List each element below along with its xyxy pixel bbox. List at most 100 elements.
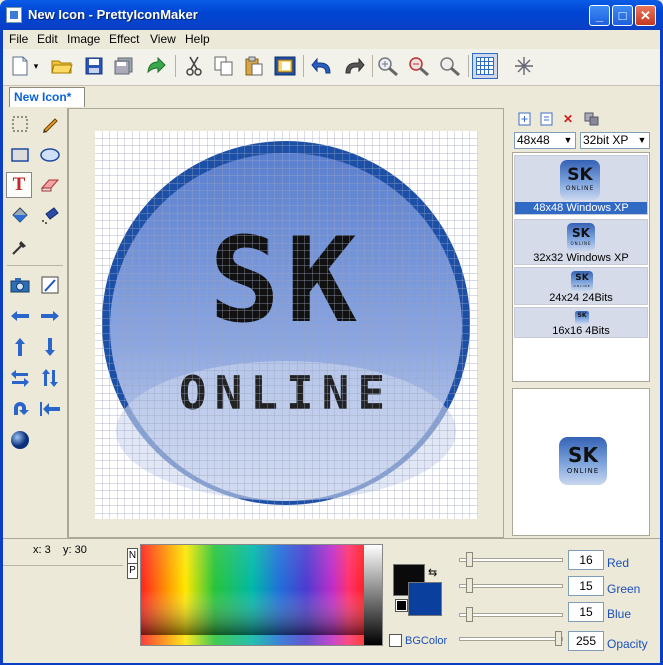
reset-colors-icon[interactable] — [395, 599, 408, 612]
status-divider — [3, 565, 123, 566]
format-properties-icon[interactable] — [584, 111, 600, 127]
main-toolbar: ▾ — [3, 49, 660, 86]
select-rect-icon[interactable] — [7, 111, 33, 137]
export-arrow-icon[interactable] — [143, 53, 169, 79]
eraser-icon[interactable] — [37, 172, 63, 198]
menu-bar: File Edit Image Effect View Help — [3, 30, 660, 48]
format-label: 16x16 4Bits — [552, 325, 610, 337]
blue-slider[interactable] — [459, 607, 563, 622]
color-picker-icon[interactable] — [37, 272, 63, 298]
flip-horizontal-icon[interactable] — [7, 365, 33, 391]
green-value-field[interactable]: 15 — [568, 576, 604, 596]
save-icon[interactable] — [81, 53, 107, 79]
redo-icon[interactable] — [341, 53, 367, 79]
icon-preview-16: SK — [575, 311, 589, 324]
red-value-field[interactable]: 16 — [568, 550, 604, 570]
tab-new-icon[interactable]: New Icon* — [9, 87, 85, 107]
green-slider-thumb[interactable] — [466, 578, 473, 593]
depth-select[interactable]: 32bit XP ▼ — [580, 132, 650, 149]
move-right-icon[interactable] — [37, 303, 63, 329]
minimize-button[interactable]: _ — [589, 5, 610, 26]
move-down-icon[interactable] — [37, 334, 63, 360]
magic-wand-icon[interactable] — [511, 53, 537, 79]
new-icon[interactable] — [7, 53, 33, 79]
text-icon[interactable]: T — [6, 172, 32, 198]
maximize-button[interactable]: □ — [612, 5, 633, 26]
title-bar: New Icon - PrettyIconMaker _ □ ✕ — [0, 0, 663, 30]
icon-preview-box: SK ONLINE — [512, 388, 650, 536]
background-color-swatch[interactable] — [408, 582, 442, 616]
red-slider[interactable] — [459, 552, 563, 567]
palette-mode-p[interactable]: P — [127, 563, 138, 579]
menu-view[interactable]: View — [150, 32, 176, 46]
list-item[interactable]: SK 16x16 4Bits — [514, 307, 648, 338]
dropdown-arrow-icon[interactable]: ▾ — [31, 53, 41, 79]
opacity-value-field[interactable]: 255 — [568, 631, 604, 651]
icon-pixel-artwork: SK ONLINE — [95, 131, 478, 519]
paste-icon[interactable] — [241, 53, 267, 79]
chevron-down-icon: ▼ — [637, 135, 647, 145]
editor-canvas-area: SK ONLINE — [68, 108, 504, 538]
palette-mode-n[interactable]: N — [127, 548, 138, 564]
fill-bucket-icon[interactable] — [7, 203, 33, 229]
color-status-panel: x: 3 y: 30 N P ⇆ BGColor 16 Red 15 Green… — [3, 538, 660, 663]
y-coordinate: 30 — [74, 544, 87, 556]
menu-edit[interactable]: Edit — [37, 32, 58, 46]
shift-left-icon[interactable] — [37, 396, 63, 422]
list-item[interactable]: SK ONLINE 32x32 Windows XP — [514, 219, 648, 265]
save-all-icon[interactable] — [111, 53, 137, 79]
rectangle-icon[interactable] — [7, 142, 33, 168]
opacity-slider[interactable] — [459, 631, 563, 646]
document-tabs: New Icon* — [3, 86, 660, 107]
open-folder-icon[interactable] — [49, 53, 75, 79]
undo-icon[interactable] — [309, 53, 335, 79]
spray-icon[interactable] — [37, 203, 63, 229]
rotate-icon[interactable] — [7, 396, 33, 422]
pixel-grid-canvas[interactable]: SK ONLINE — [95, 131, 478, 519]
list-item[interactable]: SK ONLINE 24x24 24Bits — [514, 267, 648, 305]
close-button[interactable]: ✕ — [635, 5, 656, 26]
format-panel: ✕ 48x48 ▼ 32bit XP ▼ SK ONLINE 48x48 Win… — [506, 108, 660, 538]
delete-format-icon[interactable]: ✕ — [560, 111, 576, 127]
move-left-icon[interactable] — [7, 303, 33, 329]
copy-icon[interactable] — [211, 53, 237, 79]
move-up-icon[interactable] — [7, 334, 33, 360]
size-select[interactable]: 48x48 ▼ — [514, 132, 576, 149]
list-item[interactable]: SK ONLINE 48x48 Windows XP — [514, 155, 648, 215]
tool-separator — [7, 265, 63, 266]
add-format-icon[interactable] — [516, 111, 532, 127]
zoom-out-icon[interactable] — [406, 53, 432, 79]
paste-special-icon[interactable] — [272, 53, 298, 79]
menu-file[interactable]: File — [9, 32, 28, 46]
sphere-icon[interactable] — [7, 427, 33, 453]
zoom-fit-icon[interactable] — [437, 53, 463, 79]
eyedropper-icon[interactable] — [7, 234, 33, 260]
icon-preview-48: SK ONLINE — [560, 160, 600, 200]
menu-help[interactable]: Help — [185, 32, 210, 46]
swap-colors-icon[interactable]: ⇆ — [428, 566, 437, 579]
blue-value-field[interactable]: 15 — [568, 602, 604, 622]
zoom-in-icon[interactable] — [375, 53, 401, 79]
opacity-slider-thumb[interactable] — [555, 631, 562, 646]
toolbar-separator — [303, 55, 304, 77]
camera-icon[interactable] — [7, 272, 33, 298]
ellipse-icon[interactable] — [37, 142, 63, 168]
toolbar-separator — [468, 55, 469, 77]
x-coordinate: 3 — [44, 544, 51, 556]
format-label: 48x48 Windows XP — [515, 202, 647, 214]
bgcolor-checkbox[interactable] — [389, 634, 402, 647]
green-slider[interactable] — [459, 578, 563, 593]
grid-icon[interactable] — [472, 53, 498, 79]
menu-effect[interactable]: Effect — [109, 32, 139, 46]
cut-icon[interactable] — [181, 53, 207, 79]
pencil-icon[interactable] — [37, 111, 63, 137]
color-palette[interactable] — [140, 544, 383, 646]
icon-preview-large: SK ONLINE — [559, 437, 607, 485]
add-format-copy-icon[interactable] — [538, 111, 554, 127]
icon-preview-32: SK ONLINE — [567, 223, 595, 251]
format-label: 32x32 Windows XP — [533, 252, 629, 264]
red-slider-thumb[interactable] — [466, 552, 473, 567]
flip-vertical-icon[interactable] — [37, 365, 63, 391]
menu-image[interactable]: Image — [67, 32, 100, 46]
blue-slider-thumb[interactable] — [466, 607, 473, 622]
